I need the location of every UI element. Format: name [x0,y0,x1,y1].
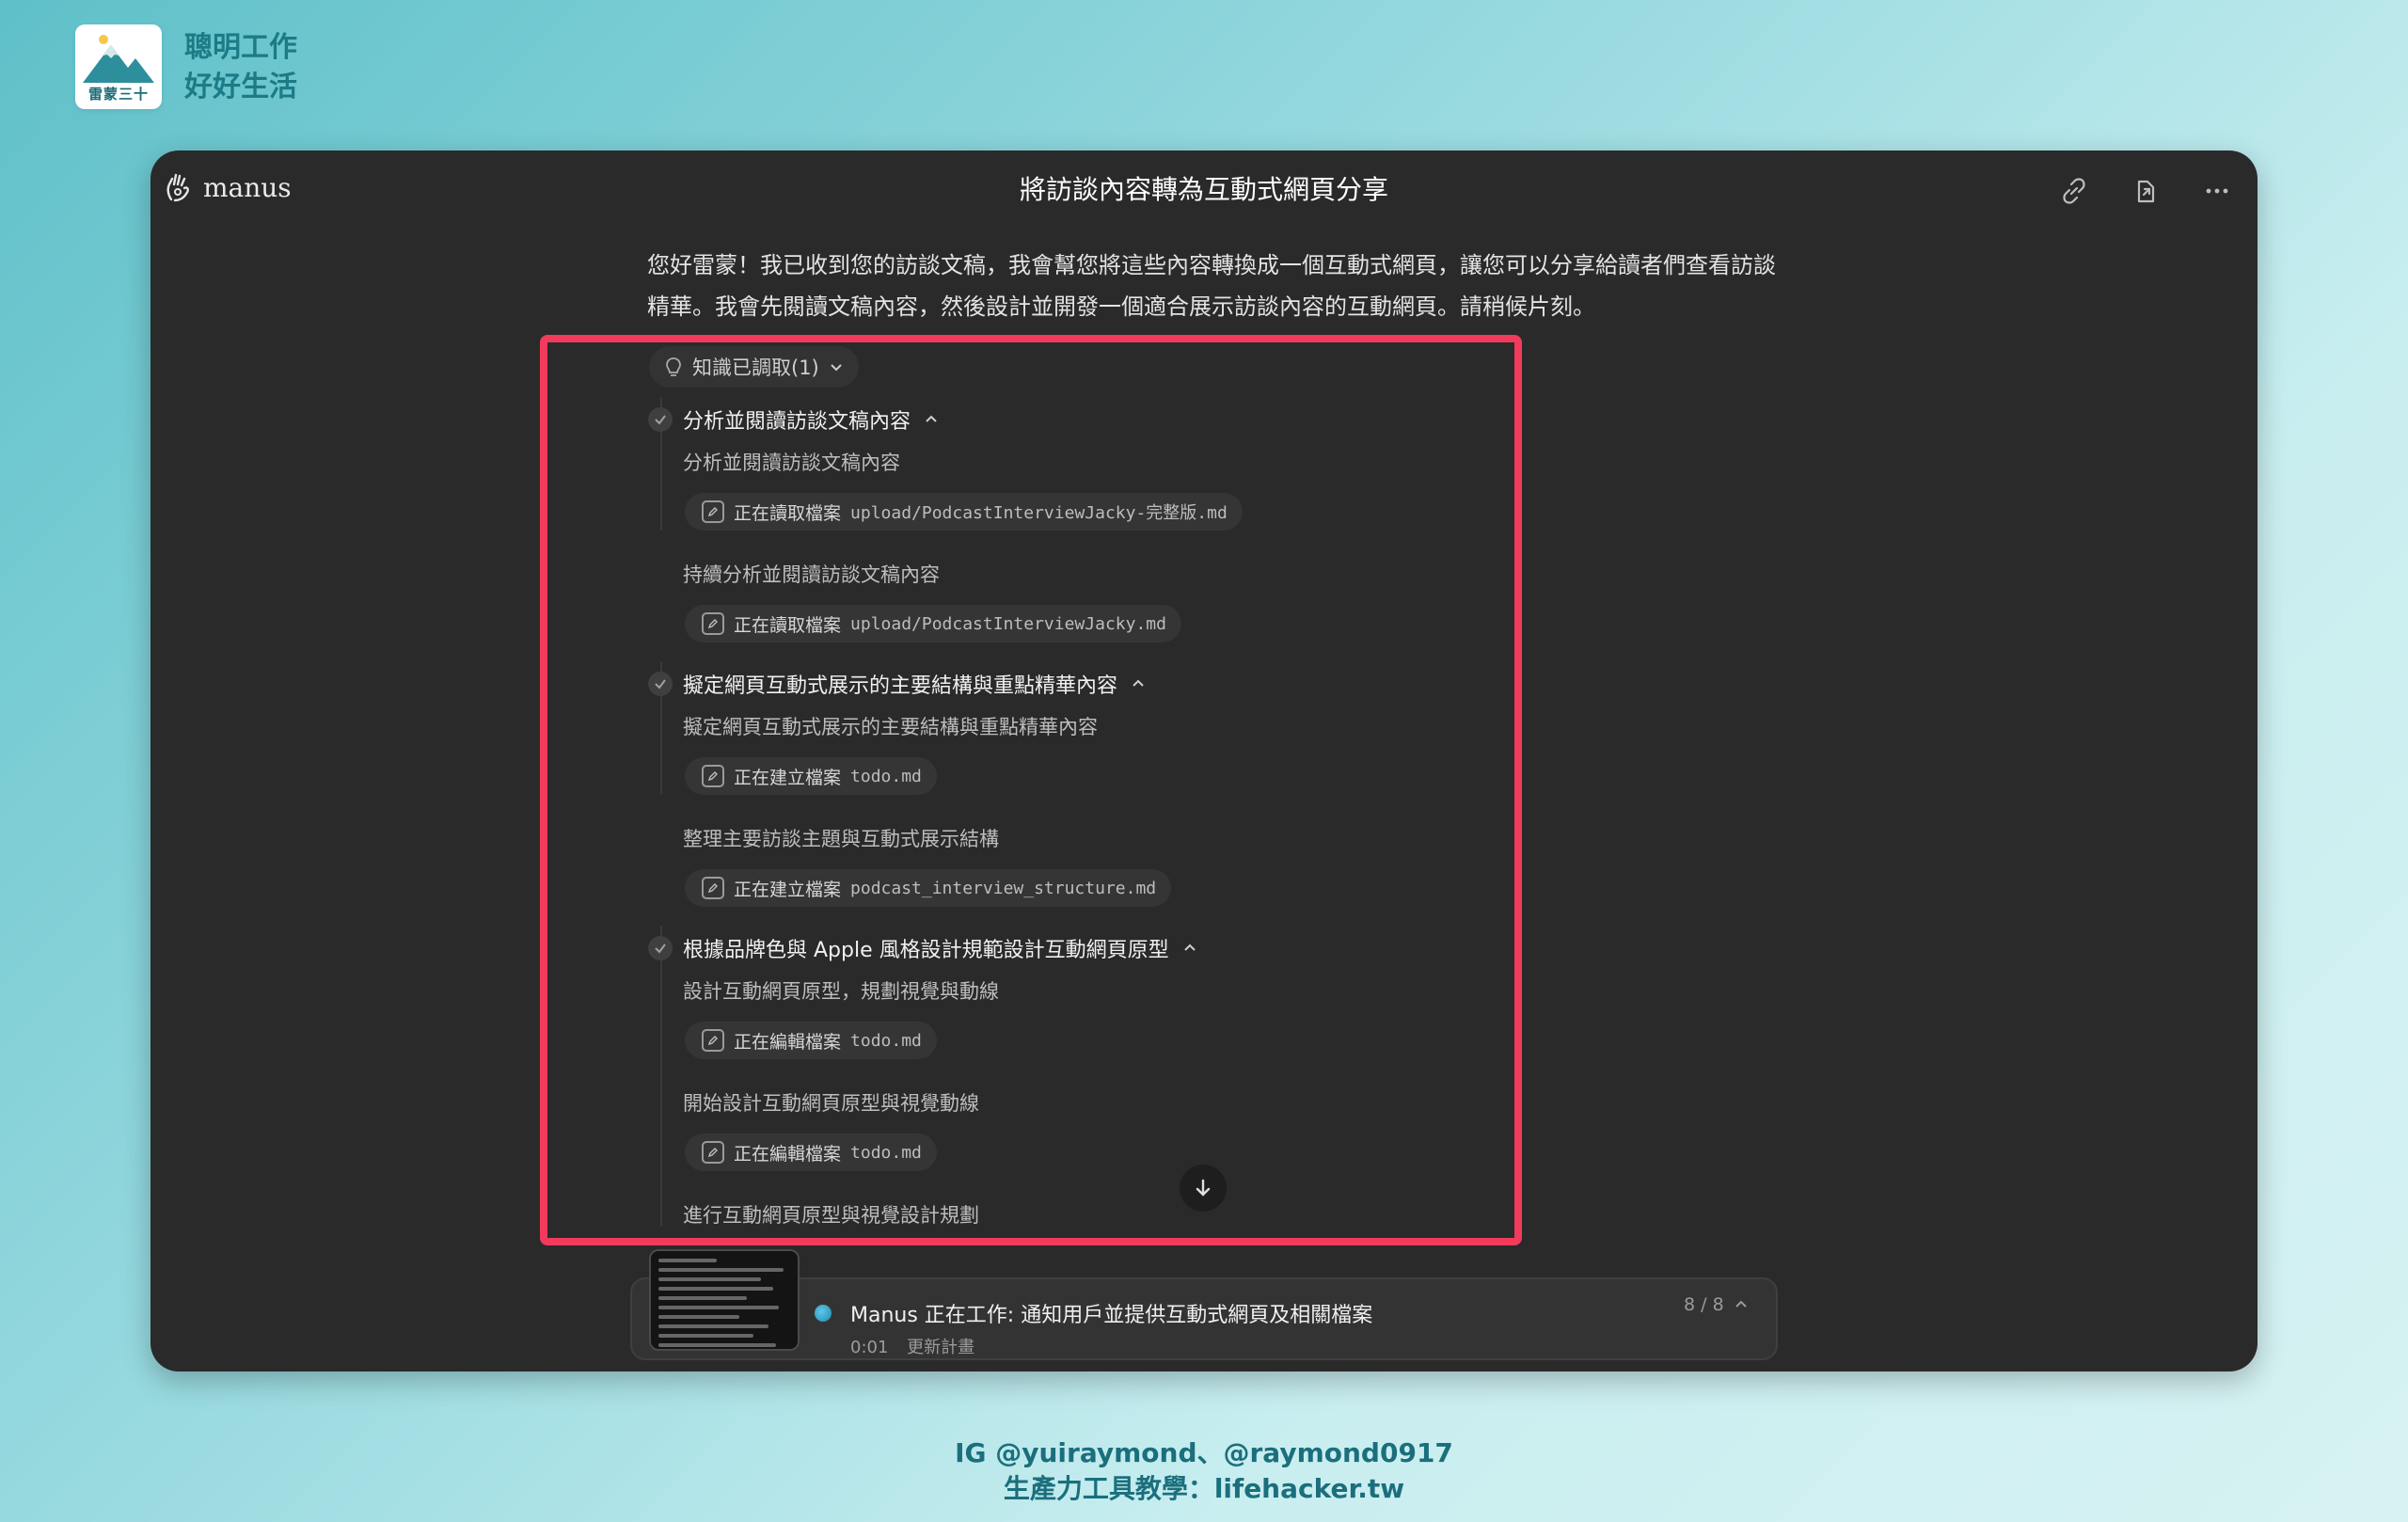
check-icon [648,407,673,432]
file-path: podcast_interview_structure.md [850,878,1157,898]
brand-tagline: 聰明工作 好好生活 [184,28,297,107]
chevron-up-icon [1133,679,1144,687]
more-icon[interactable] [2199,173,2235,209]
check-icon [648,936,673,960]
chevron-up-icon [1183,943,1196,951]
file-action-pill[interactable]: 正在編輯檔案 todo.md [685,1022,937,1059]
edit-icon [702,765,724,787]
file-action-pill[interactable]: 正在讀取檔案 upload/PodcastInterviewJacky-完整版.… [685,493,1243,531]
mountain-icon [83,35,154,83]
step-title-3[interactable]: 根據品牌色與 Apple 風格設計規範設計互動網頁原型 [683,933,1197,963]
step-subtext: 擬定網頁互動式展示的主要結構與重點精華內容 [683,716,1098,738]
edit-icon [702,500,724,523]
arrow-down-icon [1196,1179,1211,1197]
step-subtext: 設計互動網頁原型，規劃視覺與動線 [683,980,999,1003]
task-progress[interactable]: 8 / 8 [1684,1294,1749,1315]
assistant-message: 您好雷蒙！我已收到您的訪談文稿，我會幫您將這些內容轉換成一個互動式網頁，讓您可以… [647,252,1776,320]
page-title: 將訪談內容轉為互動式網頁分享 [1019,174,1388,205]
step-subtext: 分析並閱讀訪談文稿內容 [683,452,900,474]
status-dot-icon [815,1305,832,1322]
footer-social: IG @yuiraymond、@raymond0917 [955,1437,1453,1468]
share-icon[interactable] [2128,173,2163,209]
step-label: 根據品牌色與 Apple 風格設計規範設計互動網頁原型 [683,939,1169,962]
edit-icon [702,612,724,635]
step-title-1[interactable]: 分析並閱讀訪談文稿內容 [683,404,939,435]
knowledge-label: 知識已調取(1) [692,357,819,379]
task-status: 更新計畫 [907,1338,975,1357]
file-action: 正在讀取檔案 [734,502,842,524]
check-icon [648,672,673,696]
step-subtext: 進行互動網頁原型與視覺設計規劃 [683,1204,979,1227]
file-action: 正在編輯檔案 [734,1143,842,1165]
file-action-pill[interactable]: 正在建立檔案 podcast_interview_structure.md [685,869,1172,907]
top-actions [2056,173,2235,209]
timeline-line [660,926,662,1227]
file-action-pill[interactable]: 正在編輯檔案 todo.md [685,1134,937,1171]
task-time: 0:01 [850,1338,889,1357]
step-title-2[interactable]: 擬定網頁互動式展示的主要結構與重點精華內容 [683,669,1146,699]
app-window: manus 將訪談內容轉為互動式網頁分享 您好雷蒙！我已收到您的訪談文稿，我會幫… [150,151,2258,1371]
edit-icon [702,1141,724,1164]
edit-icon [702,1029,724,1052]
knowledge-toggle[interactable]: 知識已調取(1) [649,346,859,388]
step-subtext: 整理主要訪談主題與互動式展示結構 [683,828,999,850]
step-label: 擬定網頁互動式展示的主要結構與重點精華內容 [683,674,1118,698]
file-action-pill[interactable]: 正在讀取檔案 upload/PodcastInterviewJacky.md [685,605,1181,642]
chevron-down-icon [831,364,842,372]
file-action-pill[interactable]: 正在建立檔案 todo.md [685,757,937,795]
brand-line-1: 聰明工作 [184,31,297,64]
file-path: todo.md [850,1142,922,1163]
step-label: 分析並閱讀訪談文稿內容 [683,410,911,434]
scroll-down-button[interactable] [1180,1165,1227,1212]
bulb-icon [666,357,681,376]
footer-site: 生產力工具教學：lifehacker.tw [1003,1473,1405,1504]
file-path: todo.md [850,1030,922,1051]
brand-line-2: 好好生活 [184,71,297,103]
terminal-thumbnail[interactable] [649,1249,800,1351]
task-meta: 0:01 更新計畫 [850,1334,974,1358]
file-action: 正在建立檔案 [734,879,842,900]
file-path: upload/PodcastInterviewJacky.md [850,613,1166,634]
task-title: Manus 正在工作: 通知用戶並提供互動式網頁及相關檔案 [850,1304,1373,1327]
file-action: 正在編輯檔案 [734,1031,842,1053]
step-subtext: 持續分析並閱讀訪談文稿內容 [683,563,940,586]
chevron-up-icon [1735,1300,1747,1308]
link-icon[interactable] [2056,173,2092,209]
logo-caption: 雷蒙三十 [87,86,149,103]
file-path: upload/PodcastInterviewJacky-完整版.md [850,503,1228,523]
file-path: todo.md [850,766,922,786]
file-action: 正在建立檔案 [734,767,842,788]
file-action: 正在讀取檔案 [734,614,842,636]
task-progress-count: 8 / 8 [1684,1294,1724,1315]
top-bar: manus 將訪談內容轉為互動式網頁分享 [150,151,2258,228]
edit-icon [702,877,724,899]
brand-logo: 雷蒙三十 [75,24,162,109]
step-subtext: 開始設計互動網頁原型與視覺動線 [683,1092,979,1115]
chevron-up-icon [926,415,937,422]
